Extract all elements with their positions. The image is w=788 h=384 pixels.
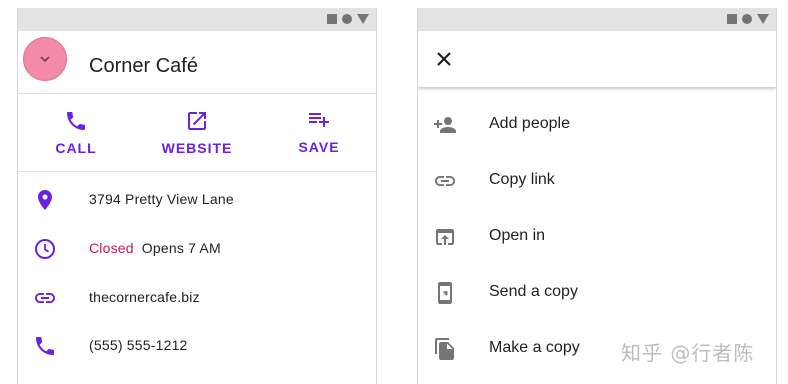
menu-label: Add people bbox=[489, 115, 570, 132]
menu-label: Make a copy bbox=[489, 339, 580, 356]
place-header: Corner Café bbox=[18, 31, 376, 94]
action-bar: CALL WEBSITE SAVE bbox=[18, 94, 376, 172]
triangle-icon bbox=[357, 14, 369, 24]
status-icons bbox=[727, 14, 769, 24]
save-label: SAVE bbox=[298, 139, 340, 155]
place-title: Corner Café bbox=[89, 55, 198, 77]
open-in-browser-icon bbox=[436, 229, 454, 245]
file-copy-icon bbox=[435, 338, 454, 360]
square-icon bbox=[327, 14, 337, 24]
person-add-icon bbox=[434, 117, 456, 133]
address-text: 3794 Pretty View Lane bbox=[89, 191, 234, 207]
menu-label: Send a copy bbox=[489, 283, 578, 300]
top-app-bar bbox=[418, 31, 776, 87]
call-button[interactable]: CALL bbox=[26, 94, 126, 171]
menu-item-add-people[interactable]: Add people bbox=[418, 97, 776, 153]
website-row[interactable]: thecornercafe.biz bbox=[18, 274, 376, 322]
save-button[interactable]: SAVE bbox=[269, 94, 369, 171]
open-in-new-icon bbox=[188, 112, 206, 130]
playlist-add-icon bbox=[309, 113, 329, 127]
call-label: CALL bbox=[55, 140, 97, 156]
clock-icon bbox=[35, 239, 55, 259]
menu-item-copy-link[interactable]: Copy link bbox=[418, 153, 776, 209]
phone-icon bbox=[67, 112, 85, 130]
chevron-down-icon bbox=[40, 56, 50, 63]
close-icon[interactable] bbox=[432, 47, 456, 71]
circle-icon bbox=[742, 14, 752, 24]
collapse-button[interactable] bbox=[23, 37, 67, 81]
location-pin-icon bbox=[38, 190, 52, 210]
closed-status: Closed bbox=[89, 240, 134, 256]
menu-label: Open in bbox=[489, 227, 546, 244]
circle-icon bbox=[342, 14, 352, 24]
phone-row[interactable]: (555) 555-1212 bbox=[18, 322, 376, 370]
hours-row[interactable]: Closed Opens 7 AM bbox=[18, 225, 376, 273]
phone-text: (555) 555-1212 bbox=[89, 337, 188, 353]
website-button[interactable]: WEBSITE bbox=[147, 94, 247, 171]
menu-item-open-in[interactable]: Open in bbox=[418, 209, 776, 265]
watermark-text: 知乎 @行者陈 bbox=[621, 341, 755, 365]
hours-text: Closed Opens 7 AM bbox=[89, 240, 221, 256]
website-text: thecornercafe.biz bbox=[89, 289, 200, 305]
menu-label: Copy link bbox=[489, 171, 555, 188]
address-row[interactable]: 3794 Pretty View Lane bbox=[18, 176, 376, 224]
link-icon bbox=[435, 176, 455, 186]
place-details-screen: Corner Café CALL WEBSITE SAVE 3794 Prett… bbox=[17, 8, 377, 384]
opens-time: Opens 7 AM bbox=[141, 240, 221, 256]
share-menu-screen: Add people Copy link Open in Send a copy bbox=[417, 8, 777, 384]
canvas: Corner Café CALL WEBSITE SAVE 3794 Prett… bbox=[0, 0, 788, 384]
send-to-mobile-icon bbox=[438, 282, 452, 304]
phone-icon bbox=[36, 337, 54, 355]
menu-item-send-a-copy[interactable]: Send a copy bbox=[418, 265, 776, 321]
square-icon bbox=[727, 14, 737, 24]
link-icon bbox=[35, 293, 55, 303]
status-bar bbox=[418, 8, 776, 31]
status-bar bbox=[18, 8, 376, 31]
triangle-icon bbox=[757, 14, 769, 24]
website-label: WEBSITE bbox=[161, 140, 233, 156]
status-icons bbox=[327, 14, 369, 24]
